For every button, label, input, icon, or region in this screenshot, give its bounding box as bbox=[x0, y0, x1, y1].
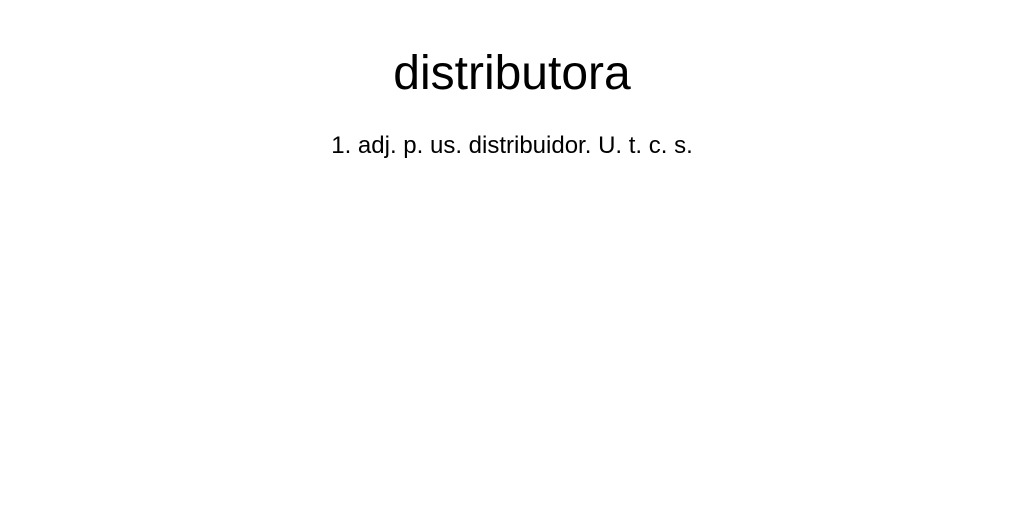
headword: distributora bbox=[393, 47, 631, 100]
definition: 1. adj. p. us. distribuidor. U. t. c. s. bbox=[331, 132, 693, 159]
